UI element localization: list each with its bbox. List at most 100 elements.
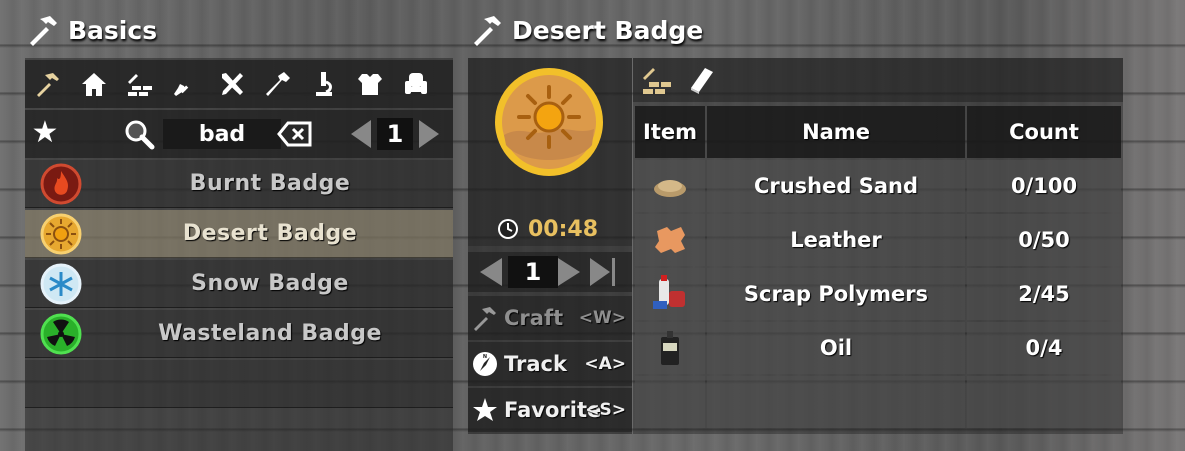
track-label: Track [504, 352, 567, 376]
recipe-row-desert-badge[interactable]: Desert Badge [25, 210, 453, 258]
column-header-name: Name [707, 106, 965, 158]
scrap-polymers-icon [653, 275, 685, 309]
item-cell [635, 268, 705, 320]
leather-icon [655, 227, 685, 253]
search-input[interactable] [163, 119, 281, 149]
table-row[interactable]: Leather 0/50 [635, 214, 1121, 266]
recipe-name: Wasteland Badge [158, 321, 382, 346]
page-number: 1 [377, 118, 413, 150]
item-count: 2/45 [967, 268, 1121, 320]
wasteland-badge-icon [40, 313, 82, 355]
food-icon [266, 72, 290, 96]
snow-badge-icon [40, 263, 82, 305]
hammer-icon [474, 16, 501, 46]
tools-icon [222, 73, 243, 95]
item-count: 0/100 [967, 160, 1121, 212]
category-home[interactable] [71, 61, 117, 107]
recipe-row-snow-badge[interactable]: Snow Badge [25, 260, 453, 308]
item-count: 0/4 [967, 322, 1121, 374]
category-science[interactable] [301, 61, 347, 107]
clock-icon [498, 219, 518, 239]
table-header-row: Item Name Count [635, 106, 1121, 158]
column-header-item: Item [635, 106, 705, 158]
hammer-icon [474, 307, 496, 331]
recipe-name: Burnt Badge [189, 171, 351, 196]
track-hotkey: <A> [584, 354, 626, 374]
track-button[interactable]: N Track <A> [468, 342, 632, 386]
item-count: 0/50 [967, 214, 1121, 266]
recipe-name: Snow Badge [191, 271, 349, 296]
empty-recipe-slot [25, 360, 453, 408]
quantity-max-icon[interactable] [588, 256, 620, 288]
filter-bar: ★ 1 [25, 110, 453, 158]
quantity-increase-arrow-icon[interactable] [556, 256, 584, 288]
search-icon[interactable] [123, 118, 155, 150]
category-tools[interactable] [209, 61, 255, 107]
favorites-filter-star-icon[interactable]: ★ [29, 116, 61, 150]
item-cell [635, 214, 705, 266]
recipe-preview: 00:48 [468, 58, 632, 246]
favorite-button[interactable]: Favorite <S> [468, 388, 632, 432]
recipe-browser: ★ 1 Burnt Badge Desert Badge Snow Badge … [25, 58, 453, 451]
item-name: Leather [707, 214, 965, 266]
recipe-name: Desert Badge [182, 221, 358, 246]
workbench-icon[interactable] [641, 64, 673, 96]
category-armor[interactable] [347, 61, 393, 107]
table-row[interactable]: Crushed Sand 0/100 [635, 160, 1121, 212]
svg-text:N: N [483, 354, 487, 360]
quantity-stepper: 1 [468, 252, 632, 292]
page-prev-arrow-icon[interactable] [347, 118, 373, 150]
craft-time: 00:48 [496, 216, 606, 242]
table-row[interactable]: Scrap Polymers 2/45 [635, 268, 1121, 320]
armor-icon [358, 74, 382, 95]
book-icon[interactable] [685, 64, 717, 96]
star-icon [473, 398, 497, 421]
item-name: Crushed Sand [707, 160, 965, 212]
category-bar [25, 60, 453, 108]
category-food[interactable] [255, 61, 301, 107]
recipe-list: Burnt Badge Desert Badge Snow Badge Wast… [25, 160, 453, 410]
recipe-title: Desert Badge [470, 10, 703, 50]
burnt-badge-icon [40, 163, 82, 205]
recipe-detail: 00:48 1 Craft <W> N Track <A> Favorite <… [468, 58, 632, 434]
item-name [707, 376, 965, 428]
craft-button[interactable]: Craft <W> [468, 296, 632, 340]
basics-title: Basics [26, 10, 157, 50]
item-cell [635, 160, 705, 212]
hammer-icon [30, 16, 57, 46]
recipe-title-text: Desert Badge [512, 15, 704, 45]
clear-search-icon[interactable] [277, 120, 313, 148]
ingredient-tabs [633, 58, 1123, 102]
craft-time-value: 00:48 [528, 216, 599, 242]
ingredients-panel: Item Name Count Crushed Sand 0/100 Leath… [633, 58, 1123, 434]
craft-hotkey: <W> [578, 308, 626, 328]
recipe-row-wasteland-badge[interactable]: Wasteland Badge [25, 310, 453, 358]
item-name: Scrap Polymers [707, 268, 965, 320]
compass-icon: N [473, 352, 497, 376]
favorite-hotkey: <S> [585, 400, 626, 420]
quantity-value[interactable]: 1 [508, 256, 558, 288]
oil-icon [661, 331, 679, 365]
quantity-decrease-arrow-icon[interactable] [476, 256, 504, 288]
category-building[interactable] [117, 61, 163, 107]
item-count [967, 376, 1121, 428]
table-row[interactable]: Oil 0/4 [635, 322, 1121, 374]
column-header-count: Count [967, 106, 1121, 158]
recipe-row-burnt-badge[interactable]: Burnt Badge [25, 160, 453, 208]
ingredients-table: Item Name Count Crushed Sand 0/100 Leath… [633, 104, 1123, 430]
item-name: Oil [707, 322, 965, 374]
home-icon [82, 73, 106, 96]
category-weapons[interactable] [163, 61, 209, 107]
basics-title-text: Basics [68, 15, 158, 45]
category-basics[interactable] [25, 61, 71, 107]
desert-badge-icon [40, 213, 82, 255]
crushed-sand-icon [654, 180, 686, 197]
category-decor[interactable] [393, 61, 439, 107]
craft-label: Craft [504, 306, 564, 330]
basics-icon [37, 73, 59, 97]
item-cell [635, 322, 705, 374]
empty-ingredient-row [635, 376, 1121, 428]
desert-badge-large-icon [495, 68, 603, 176]
page-next-arrow-icon[interactable] [417, 118, 443, 150]
item-cell [635, 376, 705, 428]
